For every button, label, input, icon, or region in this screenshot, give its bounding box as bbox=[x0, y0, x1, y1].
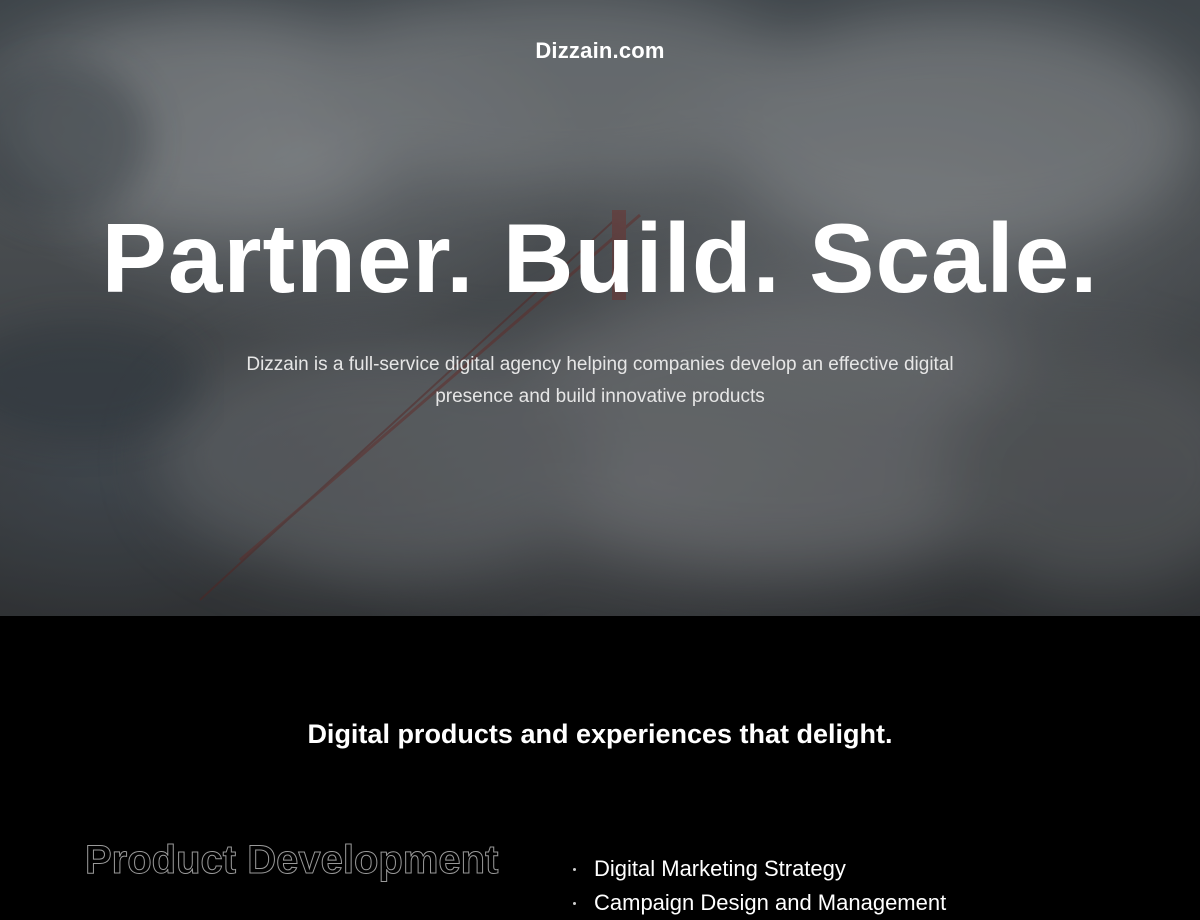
site-logo[interactable]: Dizzain.com bbox=[0, 38, 1200, 64]
bullet-icon bbox=[573, 901, 576, 905]
section-tagline: Digital products and experiences that de… bbox=[307, 719, 893, 749]
service-list: Digital Marketing Strategy Campaign Desi… bbox=[570, 852, 946, 920]
bullet-icon bbox=[573, 867, 576, 871]
hero-subheading: Dizzain is a full-service digital agency… bbox=[246, 354, 954, 407]
service-label: Digital Marketing Strategy bbox=[594, 856, 846, 881]
service-category-title: Product Development bbox=[84, 838, 499, 883]
service-label: Campaign Design and Management bbox=[594, 890, 947, 915]
service-list-item: Digital Marketing Strategy bbox=[570, 852, 946, 886]
hero-headline: Partner. Build. Scale. bbox=[101, 203, 1099, 313]
service-list-item: Campaign Design and Management bbox=[570, 886, 946, 920]
hero-section: Dizzain.com Partner. Build. Scale. Dizza… bbox=[0, 0, 1200, 616]
